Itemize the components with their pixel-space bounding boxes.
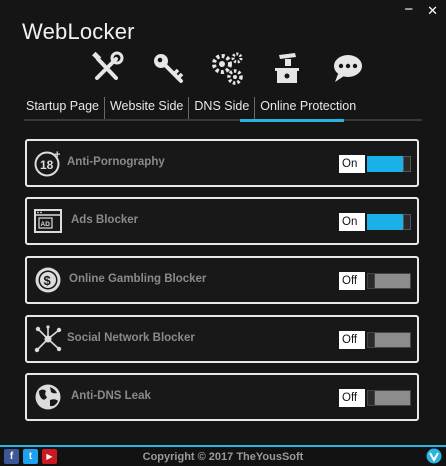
toggle-knob bbox=[404, 215, 410, 229]
tab-bar: Startup Page Website Side DNS Side Onlin… bbox=[26, 97, 356, 119]
toggle-fill bbox=[367, 214, 403, 230]
toggle-fill bbox=[375, 333, 410, 347]
tab-website-side[interactable]: Website Side bbox=[103, 97, 183, 119]
feature-icon: AD bbox=[33, 206, 63, 236]
gears-icon bbox=[212, 52, 243, 85]
toggle-track bbox=[367, 332, 411, 348]
feature-icon: $ bbox=[33, 265, 63, 295]
feature-card-anti-dns-leak: Anti-DNS Leak Off bbox=[25, 373, 419, 421]
ad-block-icon: AD bbox=[34, 209, 62, 233]
toggle-state-label: On bbox=[339, 155, 365, 173]
minimize-button[interactable]: − bbox=[404, 2, 413, 18]
toggle-track bbox=[367, 390, 411, 406]
feature-label: Social Network Blocker bbox=[67, 332, 195, 344]
social-network-blocker-toggle[interactable]: Off bbox=[339, 331, 411, 349]
feature-card-online-gambling-blocker: $ Online Gambling Blocker Off bbox=[25, 256, 419, 304]
brand-logo-icon bbox=[426, 448, 442, 464]
tab-online-protection[interactable]: Online Protection bbox=[254, 97, 356, 119]
toggle-fill bbox=[367, 156, 403, 172]
toggle-state-label: On bbox=[339, 213, 365, 231]
toggle-fill bbox=[375, 274, 410, 288]
toggle-track bbox=[367, 273, 411, 289]
toggle-state-label: Off bbox=[339, 331, 365, 349]
feature-label: Anti-DNS Leak bbox=[71, 390, 151, 402]
svg-text:+: + bbox=[54, 149, 60, 161]
toggle-state-label: Off bbox=[339, 389, 365, 407]
online-gambling-blocker-toggle[interactable]: Off bbox=[339, 272, 411, 290]
active-tab-indicator bbox=[240, 119, 344, 122]
toolbar bbox=[0, 50, 446, 90]
close-button[interactable]: ✕ bbox=[427, 4, 438, 18]
network-nodes-icon bbox=[34, 325, 62, 353]
ballot-box-icon bbox=[275, 53, 299, 83]
app-title: WebLocker bbox=[22, 19, 135, 44]
feature-icon bbox=[33, 324, 63, 354]
toggle-knob bbox=[368, 274, 374, 288]
feature-icon: 18 + bbox=[33, 148, 63, 178]
toggle-track bbox=[367, 156, 411, 172]
vote-button[interactable] bbox=[269, 50, 305, 86]
svg-text:18: 18 bbox=[40, 158, 54, 172]
app-window: − ✕ WebLocker Startup Page Website Side … bbox=[0, 0, 446, 466]
settings-button[interactable] bbox=[209, 50, 245, 86]
tools-button[interactable] bbox=[89, 50, 125, 86]
toggle-state-label: Off bbox=[339, 272, 365, 290]
tab-dns-side[interactable]: DNS Side bbox=[188, 97, 249, 119]
ads-blocker-toggle[interactable]: On bbox=[339, 213, 411, 231]
feature-label: Online Gambling Blocker bbox=[69, 273, 207, 285]
toggle-knob bbox=[368, 391, 374, 405]
svg-text:$: $ bbox=[44, 273, 52, 288]
anti-dns-leak-toggle[interactable]: Off bbox=[339, 389, 411, 407]
feature-card-social-network-blocker: Social Network Blocker Off bbox=[25, 315, 419, 363]
toggle-knob bbox=[404, 157, 410, 171]
footer: f t ▶ Copyright © 2017 TheYousSoft bbox=[0, 445, 446, 466]
copyright-text: Copyright © 2017 TheYousSoft bbox=[142, 451, 304, 463]
feature-label: Anti-Pornography bbox=[67, 156, 165, 168]
feature-icon bbox=[33, 382, 63, 412]
dollar-coin-icon: $ bbox=[35, 267, 61, 293]
toggle-track bbox=[367, 214, 411, 230]
age-18-plus-icon: 18 + bbox=[34, 149, 60, 177]
svg-text:AD: AD bbox=[41, 221, 51, 228]
key-button[interactable] bbox=[150, 50, 186, 86]
globe-icon bbox=[35, 384, 61, 410]
tab-divider bbox=[24, 119, 422, 121]
feature-label: Ads Blocker bbox=[71, 214, 139, 226]
chat-button[interactable] bbox=[330, 50, 366, 86]
chat-bubble-icon bbox=[334, 55, 362, 82]
tools-icon bbox=[92, 51, 124, 80]
tab-startup-page[interactable]: Startup Page bbox=[26, 97, 99, 119]
window-controls: − ✕ bbox=[404, 2, 438, 18]
toggle-fill bbox=[375, 391, 410, 405]
toggle-knob bbox=[368, 333, 374, 347]
feature-card-ads-blocker: AD Ads Blocker On bbox=[25, 197, 419, 245]
key-icon bbox=[154, 54, 184, 83]
anti-pornography-toggle[interactable]: On bbox=[339, 155, 411, 173]
feature-card-anti-pornography: 18 + Anti-Pornography On bbox=[25, 139, 419, 187]
